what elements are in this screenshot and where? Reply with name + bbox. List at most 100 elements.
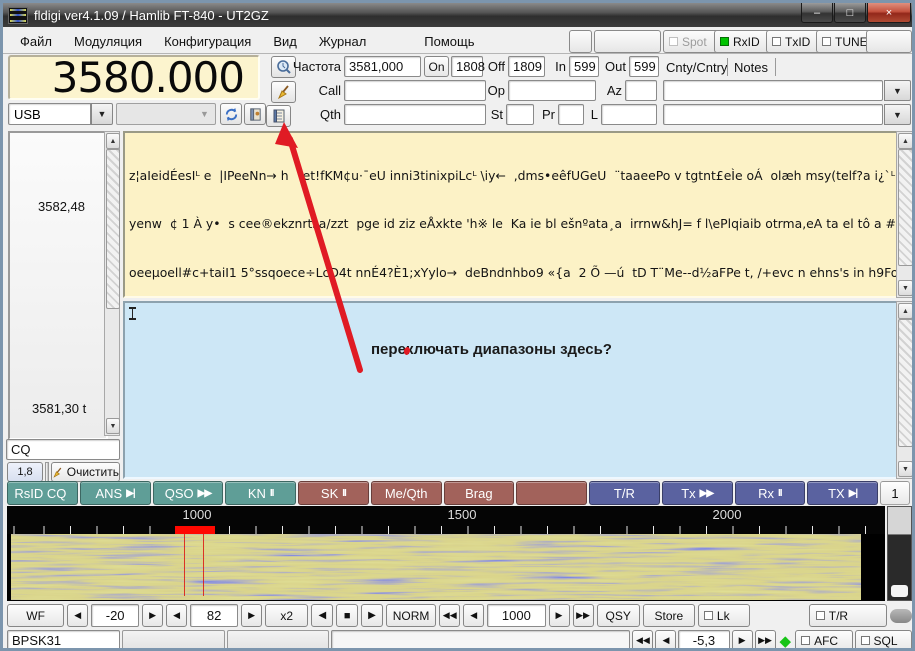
macro-brag[interactable]: Brag	[444, 481, 515, 505]
macro-sk[interactable]: SKII	[298, 481, 369, 505]
logbook-dialog-button[interactable]	[244, 103, 266, 125]
signal-browser-list[interactable]: 3582,48 3581,30 t	[8, 131, 108, 440]
carrier-right-icon[interactable]: ▶	[549, 604, 570, 627]
band-book-button[interactable]	[266, 105, 291, 127]
qth-field[interactable]	[344, 104, 486, 125]
call-field[interactable]	[344, 80, 486, 101]
browser-row-1[interactable]: 3582,48	[38, 199, 85, 214]
tx-scroll-thumb[interactable]	[898, 319, 913, 447]
norm-button[interactable]: NORM	[386, 604, 436, 627]
rx-scroll-thumb[interactable]	[898, 149, 913, 266]
lock-toggle[interactable]: Lk	[698, 604, 750, 627]
mode-chevron-down-icon[interactable]: ▼	[91, 103, 113, 125]
scroll-down-icon[interactable]: ▼	[898, 461, 913, 477]
gain-value[interactable]: -20	[91, 604, 139, 627]
waterfall-signal-display[interactable]	[11, 534, 861, 600]
offset-fwd-icon[interactable]: ▶▶	[755, 630, 776, 651]
rx-scrollbar[interactable]: ▲ ▼	[896, 131, 913, 298]
time-on-button[interactable]: On	[424, 56, 449, 77]
qsy-button[interactable]: QSY	[597, 604, 640, 627]
log-frequency-field[interactable]: 3581,000	[344, 56, 421, 77]
menu-view[interactable]: Вид	[262, 31, 308, 52]
carrier-fwd-icon[interactable]: ▶▶	[573, 604, 594, 627]
rst-out-field[interactable]: 599	[629, 56, 659, 77]
menu-logbook[interactable]: Журнал	[308, 31, 377, 52]
tx-scrollbar[interactable]: ▲ ▼	[896, 301, 913, 479]
rst-in-field[interactable]: 599	[569, 56, 599, 77]
range-left-icon[interactable]: ◀	[166, 604, 187, 627]
offset-rew-icon[interactable]: ◀◀	[632, 630, 653, 651]
close-icon[interactable]: ×	[867, 3, 911, 23]
afc-toggle[interactable]: AFC	[795, 630, 852, 651]
waterfall[interactable]: 1000 1500 2000	[7, 506, 885, 601]
scroll-up-icon[interactable]: ▲	[898, 133, 913, 149]
scroll-up-icon[interactable]: ▲	[898, 303, 913, 319]
receive-text-pane[interactable]: z¦aIeidÉesIᴸ e |IPeeNn→ h ¯et!fKM¢u·¯eU …	[123, 131, 914, 298]
tab-cnty-cntry[interactable]: Cnty/Cntry	[666, 60, 727, 75]
offset-left-icon[interactable]: ◀	[655, 630, 676, 651]
carrier-left-icon[interactable]: ◀	[463, 604, 484, 627]
country-chevron-down-icon[interactable]: ▼	[884, 80, 911, 101]
scroll-down-icon[interactable]: ▼	[898, 280, 913, 296]
waterfall-scrollbar[interactable]	[887, 506, 912, 601]
clear-browser-button[interactable]: Очистить	[51, 462, 120, 482]
carrier-marker[interactable]	[175, 526, 215, 534]
squelch-level-button[interactable]: 1,8	[7, 462, 43, 482]
sync-xml-button[interactable]	[220, 103, 242, 125]
transmit-text-pane[interactable]	[123, 301, 914, 479]
mode-status[interactable]: BPSK31	[7, 630, 120, 651]
menu-file[interactable]: Файл	[9, 31, 63, 52]
macro-me-qth[interactable]: Me/Qth	[371, 481, 442, 505]
waterfall-scroll-thumb[interactable]	[891, 585, 908, 597]
carrier-rew-icon[interactable]: ◀◀	[439, 604, 460, 627]
wf-mode-button[interactable]: WF	[7, 604, 64, 627]
carrier-frequency-value[interactable]: 1000	[487, 604, 545, 627]
zoom-x2-button[interactable]: x2	[265, 604, 308, 627]
resize-pill[interactable]	[890, 609, 912, 623]
menu-configure[interactable]: Конфигурация	[153, 31, 262, 52]
op-field[interactable]	[508, 80, 596, 101]
pr-field[interactable]	[558, 104, 584, 125]
splitter-handle[interactable]	[45, 462, 49, 482]
stop-icon[interactable]: ■	[336, 604, 358, 627]
shift-right-icon[interactable]: ▶	[361, 604, 383, 627]
store-button[interactable]: Store	[643, 604, 695, 627]
shift-left-icon[interactable]: ◀	[311, 604, 333, 627]
tr-toggle[interactable]: T/R	[809, 604, 888, 627]
menu-help[interactable]: Помощь	[413, 31, 485, 52]
range-right-icon[interactable]: ▶	[241, 604, 262, 627]
maximize-icon[interactable]: □	[834, 3, 866, 23]
offset-right-icon[interactable]: ▶	[732, 630, 753, 651]
gain-left-icon[interactable]: ◀	[67, 604, 88, 627]
menu-opmode[interactable]: Модуляция	[63, 31, 153, 52]
minimize-icon[interactable]: –	[801, 3, 833, 23]
macro-blank[interactable]	[516, 481, 587, 505]
browser-row-2[interactable]: 3581,30 t	[32, 401, 86, 416]
country-combo[interactable]	[663, 80, 883, 101]
az-field[interactable]	[625, 80, 657, 101]
browser-scrollbar[interactable]: ▲ ▼	[104, 131, 120, 436]
macro-tr[interactable]: T/R	[589, 481, 660, 505]
macro-page-button[interactable]: 1	[880, 481, 910, 505]
notes-combo[interactable]	[663, 104, 883, 125]
title-bar[interactable]: fldigi ver4.1.09 / Hamlib FT-840 - UT2GZ…	[3, 3, 912, 27]
time-off-field[interactable]: 1809	[508, 56, 545, 77]
mode-select[interactable]: USB	[8, 103, 91, 125]
macro-rx[interactable]: RxII	[735, 481, 806, 505]
notes-chevron-down-icon[interactable]: ▼	[884, 104, 911, 125]
rxid-toggle[interactable]: RxID	[714, 30, 774, 53]
tab-notes[interactable]: Notes	[734, 60, 768, 75]
clear-log-button[interactable]	[271, 81, 296, 103]
scroll-up-icon[interactable]: ▲	[106, 133, 120, 149]
range-value[interactable]: 82	[190, 604, 238, 627]
browser-scroll-thumb[interactable]	[106, 149, 120, 309]
macro-tx2[interactable]: TX▶|	[807, 481, 878, 505]
time-on-field[interactable]: 1808	[451, 56, 483, 77]
st-field[interactable]	[506, 104, 534, 125]
frequency-offset-value[interactable]: -5,3	[678, 630, 729, 651]
scroll-down-icon[interactable]: ▼	[106, 418, 120, 434]
frequency-display[interactable]: 3580.000	[8, 55, 260, 100]
loc-field[interactable]	[601, 104, 657, 125]
macro-rsid-cq[interactable]: RsID CQ	[7, 481, 78, 505]
gain-right-icon[interactable]: ▶	[142, 604, 163, 627]
